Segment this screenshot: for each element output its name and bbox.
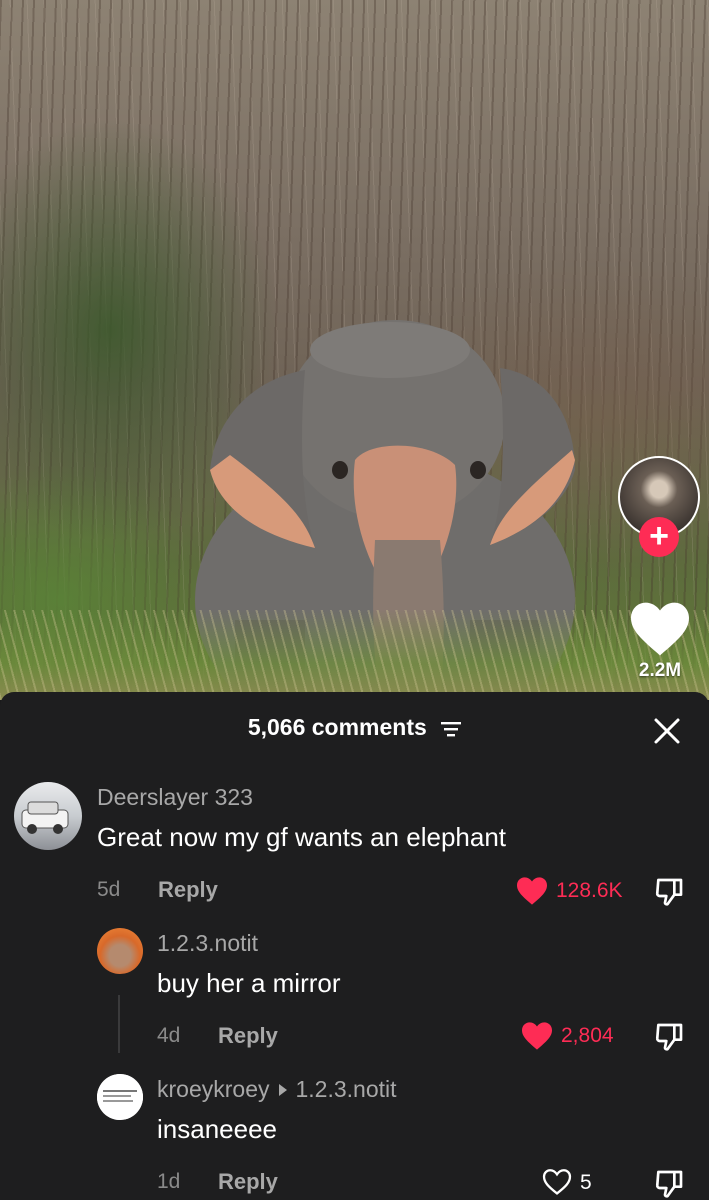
comment-reply-item: kroeykroey 1.2.3.notit insaneeee 1d Reply…	[0, 1072, 709, 1200]
comment-item: Deerslayer 323 Great now my gf wants an …	[0, 780, 709, 910]
close-icon[interactable]	[652, 716, 682, 746]
screen: + 2.2M 5,066 comments Deerslayer 323 Gre…	[0, 0, 709, 1200]
comments-count: 5,066 comments	[247, 714, 427, 740]
reply-button[interactable]: Reply	[158, 877, 218, 903]
comment-time: 5d	[97, 878, 121, 901]
document-avatar-icon	[97, 1074, 143, 1120]
elephant-image	[195, 320, 575, 700]
dislike-icon[interactable]	[653, 876, 685, 908]
filter-icon[interactable]	[441, 721, 462, 737]
avatar[interactable]	[14, 782, 82, 850]
heart-icon[interactable]	[628, 600, 692, 658]
comment-username[interactable]: kroeykroey 1.2.3.notit	[157, 1076, 397, 1103]
avatar[interactable]	[97, 928, 143, 974]
comment-username[interactable]: Deerslayer 323	[97, 784, 253, 811]
reply-to-username[interactable]: 1.2.3.notit	[295, 1076, 396, 1102]
comment-reply-item: 1.2.3.notit buy her a mirror 4d Reply 2,…	[0, 926, 709, 1056]
comment-time: 1d	[157, 1170, 181, 1193]
reply-arrow-icon	[279, 1083, 288, 1096]
comment-text: buy her a mirror	[157, 968, 341, 998]
dislike-icon[interactable]	[653, 1021, 685, 1053]
comment-like-count: 5	[580, 1171, 592, 1194]
comments-header: 5,066 comments	[0, 714, 709, 741]
comment-time: 4d	[157, 1024, 181, 1047]
plus-icon: +	[649, 517, 669, 555]
video-like-count: 2.2M	[638, 660, 682, 681]
heart-icon[interactable]	[520, 1021, 554, 1051]
reply-button[interactable]: Reply	[218, 1169, 278, 1195]
comment-username[interactable]: 1.2.3.notit	[157, 930, 258, 957]
comment-username-text[interactable]: kroeykroey	[157, 1076, 269, 1102]
video-player[interactable]	[0, 0, 709, 700]
dislike-icon[interactable]	[653, 1168, 685, 1200]
comment-like-count: 128.6K	[556, 879, 623, 902]
comments-sheet: 5,066 comments Deerslayer 323 Great now …	[0, 692, 709, 1200]
comment-like-count: 2,804	[561, 1024, 614, 1047]
car-avatar-icon	[21, 801, 69, 834]
heart-outline-icon[interactable]	[541, 1168, 573, 1196]
avatar[interactable]	[97, 1074, 143, 1120]
reply-button[interactable]: Reply	[218, 1023, 278, 1049]
heart-icon[interactable]	[515, 876, 549, 906]
comment-text: Great now my gf wants an elephant	[97, 822, 507, 852]
comment-text: insaneeee	[157, 1114, 277, 1144]
follow-button[interactable]: +	[639, 517, 679, 557]
grass-ground	[0, 610, 709, 700]
